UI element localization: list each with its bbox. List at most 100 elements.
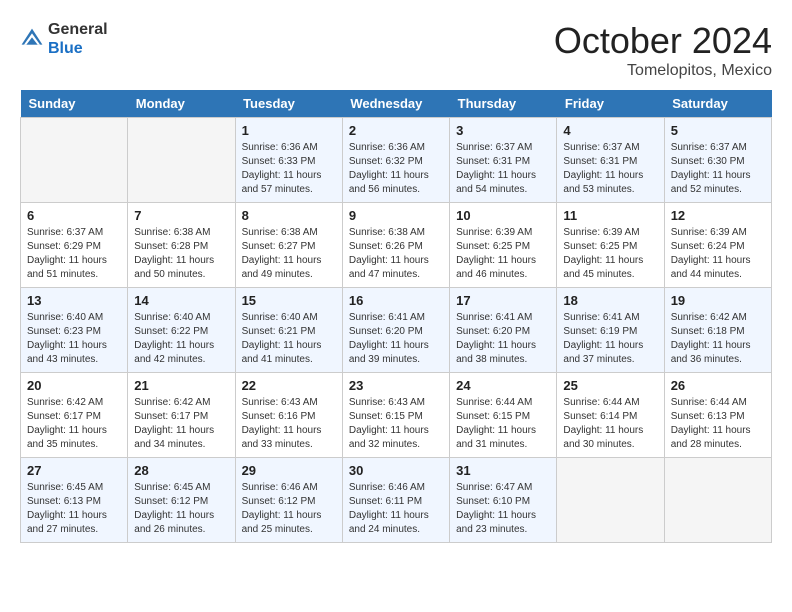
day-info: Sunrise: 6:40 AMSunset: 6:22 PMDaylight:… bbox=[134, 311, 228, 367]
col-header-monday: Monday bbox=[128, 90, 235, 118]
day-cell: 22 Sunrise: 6:43 AMSunset: 6:16 PMDayligh… bbox=[235, 373, 342, 458]
col-header-tuesday: Tuesday bbox=[235, 90, 342, 118]
day-cell: 23 Sunrise: 6:43 AMSunset: 6:15 PMDayligh… bbox=[342, 373, 449, 458]
day-cell: 2Sunrise: 6:36 AMSunset: 6:32 PMDaylight… bbox=[342, 118, 449, 203]
day-number: 2 bbox=[349, 123, 443, 138]
day-info: Sunrise: 6:37 AMSunset: 6:31 PMDaylight:… bbox=[456, 141, 550, 197]
day-info: Sunrise: 6:44 AMSunset: 6:15 PMDaylight:… bbox=[456, 396, 550, 452]
day-number: 18 bbox=[563, 293, 657, 308]
day-number: 10 bbox=[456, 208, 550, 223]
logo-blue: Blue bbox=[48, 40, 83, 57]
day-cell: 9 Sunrise: 6:38 AMSunset: 6:26 PMDaylight… bbox=[342, 203, 449, 288]
logo-general: General bbox=[48, 21, 108, 38]
day-cell: 11Sunrise: 6:39 AMSunset: 6:25 PMDayligh… bbox=[557, 203, 664, 288]
day-info: Sunrise: 6:43 AMSunset: 6:15 PMDaylight:… bbox=[349, 396, 443, 452]
day-info: Sunrise: 6:42 AMSunset: 6:17 PMDaylight:… bbox=[27, 396, 121, 452]
day-cell: 20 Sunrise: 6:42 AMSunset: 6:17 PMDayligh… bbox=[21, 373, 128, 458]
day-info: Sunrise: 6:45 AMSunset: 6:13 PMDaylight:… bbox=[27, 481, 121, 537]
month-title: October 2024 bbox=[554, 20, 772, 62]
day-info: Sunrise: 6:41 AMSunset: 6:20 PMDaylight:… bbox=[456, 311, 550, 367]
day-number: 1 bbox=[242, 123, 336, 138]
day-info: Sunrise: 6:46 AMSunset: 6:11 PMDaylight:… bbox=[349, 481, 443, 537]
day-cell: 3 Sunrise: 6:37 AMSunset: 6:31 PMDaylight… bbox=[450, 118, 557, 203]
day-cell: 12Sunrise: 6:39 AMSunset: 6:24 PMDayligh… bbox=[664, 203, 771, 288]
day-info: Sunrise: 6:39 AMSunset: 6:25 PMDaylight:… bbox=[563, 226, 657, 282]
day-info: Sunrise: 6:37 AMSunset: 6:31 PMDaylight:… bbox=[563, 141, 657, 197]
day-cell: 13Sunrise: 6:40 AMSunset: 6:23 PMDayligh… bbox=[21, 288, 128, 373]
day-cell: 17 Sunrise: 6:41 AMSunset: 6:20 PMDayligh… bbox=[450, 288, 557, 373]
day-info: Sunrise: 6:44 AMSunset: 6:14 PMDaylight:… bbox=[563, 396, 657, 452]
day-number: 7 bbox=[134, 208, 228, 223]
day-cell bbox=[557, 458, 664, 543]
col-header-wednesday: Wednesday bbox=[342, 90, 449, 118]
day-info: Sunrise: 6:38 AMSunset: 6:27 PMDaylight:… bbox=[242, 226, 336, 282]
day-number: 29 bbox=[242, 463, 336, 478]
day-number: 5 bbox=[671, 123, 765, 138]
day-number: 3 bbox=[456, 123, 550, 138]
day-number: 15 bbox=[242, 293, 336, 308]
col-header-thursday: Thursday bbox=[450, 90, 557, 118]
day-number: 28 bbox=[134, 463, 228, 478]
day-number: 9 bbox=[349, 208, 443, 223]
day-cell: 18 Sunrise: 6:41 AMSunset: 6:19 PMDayligh… bbox=[557, 288, 664, 373]
day-info: Sunrise: 6:38 AMSunset: 6:26 PMDaylight:… bbox=[349, 226, 443, 282]
day-number: 6 bbox=[27, 208, 121, 223]
day-number: 4 bbox=[563, 123, 657, 138]
day-info: Sunrise: 6:43 AMSunset: 6:16 PMDaylight:… bbox=[242, 396, 336, 452]
day-cell bbox=[664, 458, 771, 543]
day-number: 22 bbox=[242, 378, 336, 393]
day-cell: 10 Sunrise: 6:39 AMSunset: 6:25 PMDayligh… bbox=[450, 203, 557, 288]
calendar-table: SundayMondayTuesdayWednesdayThursdayFrid… bbox=[20, 90, 772, 543]
day-cell: 5 Sunrise: 6:37 AMSunset: 6:30 PMDaylight… bbox=[664, 118, 771, 203]
day-number: 8 bbox=[242, 208, 336, 223]
col-header-friday: Friday bbox=[557, 90, 664, 118]
day-cell: 26Sunrise: 6:44 AMSunset: 6:13 PMDayligh… bbox=[664, 373, 771, 458]
day-cell: 30 Sunrise: 6:46 AMSunset: 6:11 PMDayligh… bbox=[342, 458, 449, 543]
day-cell: 27 Sunrise: 6:45 AMSunset: 6:13 PMDayligh… bbox=[21, 458, 128, 543]
day-cell: 14Sunrise: 6:40 AMSunset: 6:22 PMDayligh… bbox=[128, 288, 235, 373]
day-info: Sunrise: 6:45 AMSunset: 6:12 PMDaylight:… bbox=[134, 481, 228, 537]
day-info: Sunrise: 6:42 AMSunset: 6:17 PMDaylight:… bbox=[134, 396, 228, 452]
day-cell: 7 Sunrise: 6:38 AMSunset: 6:28 PMDaylight… bbox=[128, 203, 235, 288]
day-number: 27 bbox=[27, 463, 121, 478]
logo-icon bbox=[20, 27, 44, 51]
location: Tomelopitos, Mexico bbox=[554, 62, 772, 80]
week-row-1: 1Sunrise: 6:36 AMSunset: 6:33 PMDaylight… bbox=[21, 118, 772, 203]
col-header-sunday: Sunday bbox=[21, 90, 128, 118]
day-number: 26 bbox=[671, 378, 765, 393]
day-info: Sunrise: 6:37 AMSunset: 6:30 PMDaylight:… bbox=[671, 141, 765, 197]
day-cell: 21 Sunrise: 6:42 AMSunset: 6:17 PMDayligh… bbox=[128, 373, 235, 458]
day-info: Sunrise: 6:47 AMSunset: 6:10 PMDaylight:… bbox=[456, 481, 550, 537]
day-info: Sunrise: 6:38 AMSunset: 6:28 PMDaylight:… bbox=[134, 226, 228, 282]
day-cell: 16 Sunrise: 6:41 AMSunset: 6:20 PMDayligh… bbox=[342, 288, 449, 373]
week-row-3: 13Sunrise: 6:40 AMSunset: 6:23 PMDayligh… bbox=[21, 288, 772, 373]
day-info: Sunrise: 6:40 AMSunset: 6:21 PMDaylight:… bbox=[242, 311, 336, 367]
day-number: 19 bbox=[671, 293, 765, 308]
day-cell: 4 Sunrise: 6:37 AMSunset: 6:31 PMDaylight… bbox=[557, 118, 664, 203]
day-cell bbox=[128, 118, 235, 203]
day-number: 21 bbox=[134, 378, 228, 393]
day-cell: 25 Sunrise: 6:44 AMSunset: 6:14 PMDayligh… bbox=[557, 373, 664, 458]
day-number: 24 bbox=[456, 378, 550, 393]
day-cell: 8 Sunrise: 6:38 AMSunset: 6:27 PMDaylight… bbox=[235, 203, 342, 288]
day-cell: 28 Sunrise: 6:45 AMSunset: 6:12 PMDayligh… bbox=[128, 458, 235, 543]
day-cell: 29Sunrise: 6:46 AMSunset: 6:12 PMDayligh… bbox=[235, 458, 342, 543]
day-number: 25 bbox=[563, 378, 657, 393]
day-number: 30 bbox=[349, 463, 443, 478]
day-number: 20 bbox=[27, 378, 121, 393]
day-info: Sunrise: 6:40 AMSunset: 6:23 PMDaylight:… bbox=[27, 311, 121, 367]
day-info: Sunrise: 6:41 AMSunset: 6:20 PMDaylight:… bbox=[349, 311, 443, 367]
col-header-saturday: Saturday bbox=[664, 90, 771, 118]
page-header: General Blue October 2024 Tomelopitos, M… bbox=[20, 20, 772, 80]
day-cell: 19 Sunrise: 6:42 AMSunset: 6:18 PMDayligh… bbox=[664, 288, 771, 373]
logo-text: General Blue bbox=[48, 20, 108, 58]
day-number: 17 bbox=[456, 293, 550, 308]
week-row-5: 27 Sunrise: 6:45 AMSunset: 6:13 PMDayligh… bbox=[21, 458, 772, 543]
day-info: Sunrise: 6:39 AMSunset: 6:25 PMDaylight:… bbox=[456, 226, 550, 282]
day-number: 16 bbox=[349, 293, 443, 308]
day-info: Sunrise: 6:42 AMSunset: 6:18 PMDaylight:… bbox=[671, 311, 765, 367]
day-info: Sunrise: 6:37 AMSunset: 6:29 PMDaylight:… bbox=[27, 226, 121, 282]
day-number: 23 bbox=[349, 378, 443, 393]
title-block: October 2024 Tomelopitos, Mexico bbox=[554, 20, 772, 80]
day-info: Sunrise: 6:41 AMSunset: 6:19 PMDaylight:… bbox=[563, 311, 657, 367]
